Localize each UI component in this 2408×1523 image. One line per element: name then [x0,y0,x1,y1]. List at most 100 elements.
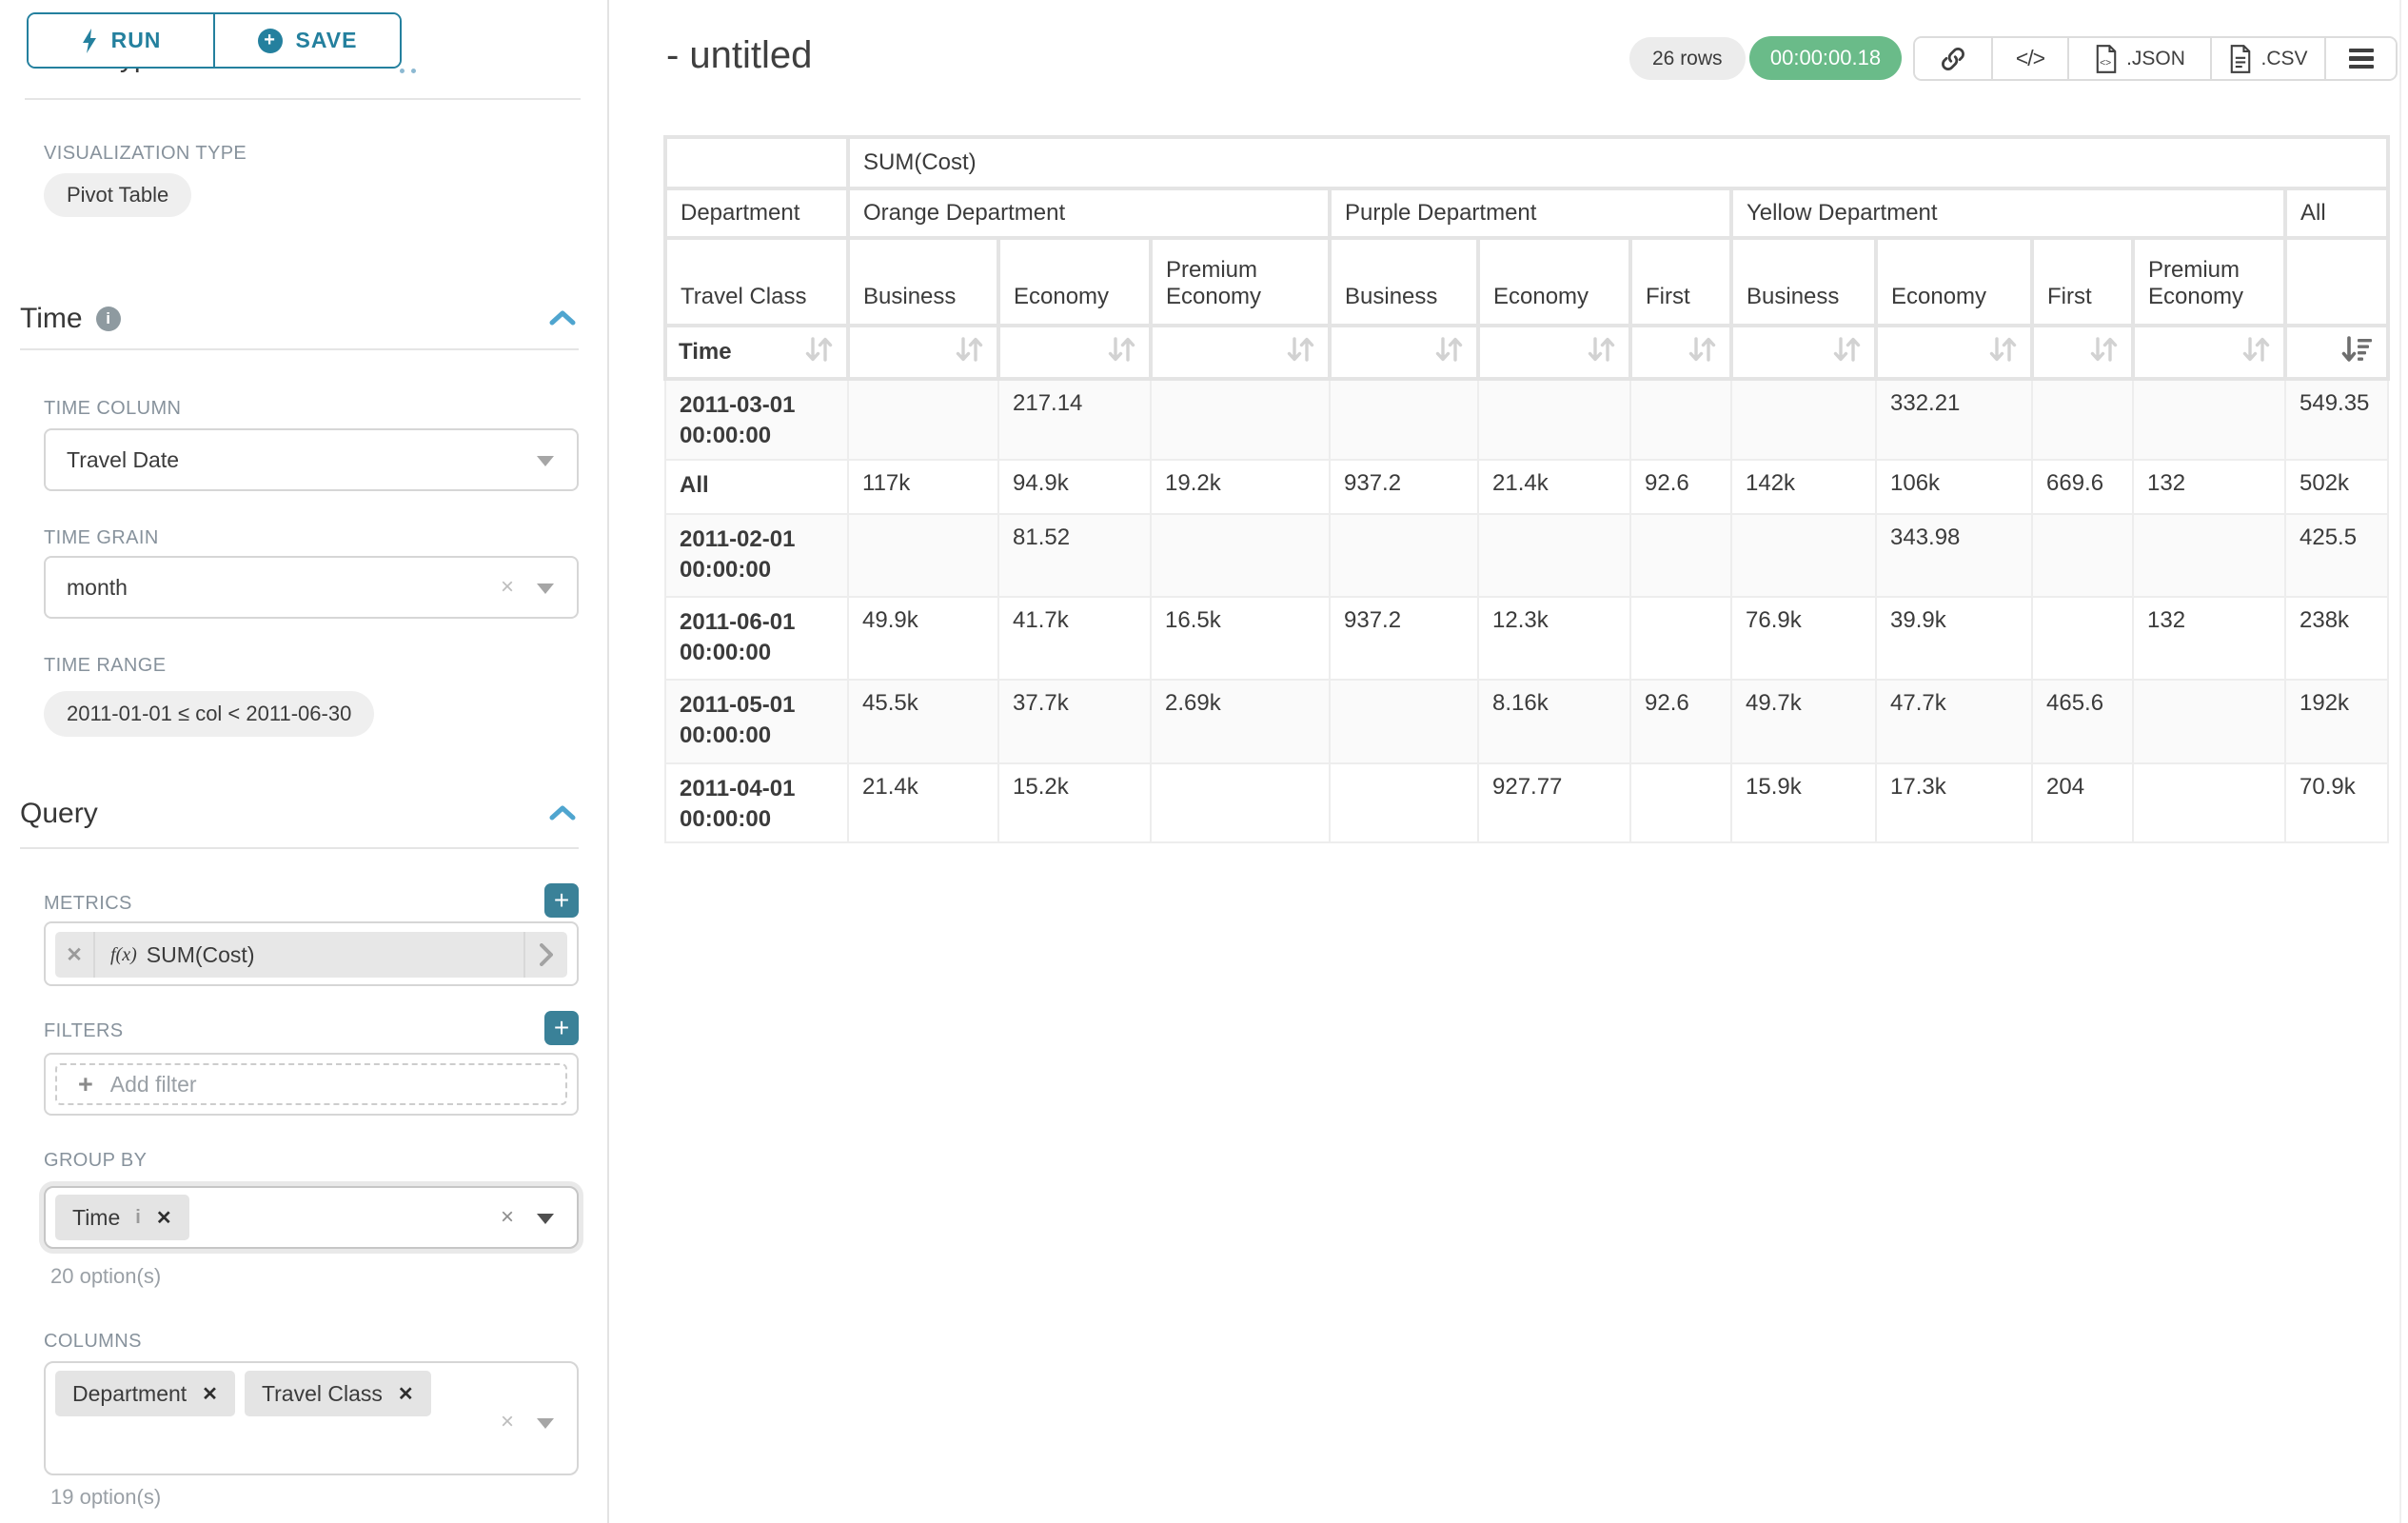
pivot-sort-cell[interactable] [1731,326,1876,379]
pivot-value-cell [1731,379,1876,460]
export-json-button[interactable]: <> .JSON [2067,38,2210,79]
time-section-title: Time i [20,303,121,335]
run-button[interactable]: RUN [29,14,213,67]
pivot-sort-cell[interactable] [998,326,1151,379]
pivot-group-header: Yellow Department [1731,188,2285,238]
remove-chip-icon[interactable]: ✕ [202,1382,218,1406]
expand-metric-icon[interactable] [523,932,567,978]
columns-select[interactable]: Department✕Travel Class✕ × [44,1361,579,1475]
group-by-select[interactable]: Timei ✕ × [44,1186,579,1249]
add-filter-button[interactable]: + Add filter [55,1063,567,1105]
pivot-sort-cell[interactable] [1330,326,1478,379]
pivot-row-label: 2011-03-01 00:00:00 [665,379,848,460]
sidebar-resize-handle[interactable] [607,0,609,1523]
time-column-select[interactable]: Travel Date [44,428,579,491]
sort-icon[interactable] [2240,335,2272,370]
add-filter-plus-button[interactable]: + [544,1011,579,1045]
clear-icon[interactable]: × [501,1204,514,1231]
sort-icon[interactable] [1986,335,2019,370]
pivot-row-label: 2011-02-01 00:00:00 [665,514,848,597]
control-panel-sidebar: Chart Type RUN + SAVE VISUALIZATION TYPE… [0,0,609,1523]
remove-chip-icon[interactable]: ✕ [398,1382,414,1406]
panel-grip-dot [411,69,416,73]
field-chip[interactable]: Travel Class✕ [245,1371,431,1416]
remove-metric-icon[interactable]: ✕ [55,932,95,978]
pivot-value-cell [2133,379,2285,460]
pivot-value-cell: 45.5k [848,680,998,763]
field-chip-label: Time [72,1205,120,1231]
pivot-sort-cell[interactable] [2133,326,2285,379]
divider [25,98,581,100]
csv-file-icon [2228,45,2253,73]
app-window: Chart Type RUN + SAVE VISUALIZATION TYPE… [0,0,2408,1523]
embed-code-button[interactable]: </> [1991,38,2067,79]
time-range-pill[interactable]: 2011-01-01 ≤ col < 2011-06-30 [44,691,374,737]
collapse-chevron-icon[interactable] [548,803,577,822]
field-chip[interactable]: Timei ✕ [55,1195,189,1240]
pivot-row-axis-label[interactable]: Time [665,326,848,379]
pivot-value-cell: 132 [2133,460,2285,514]
pivot-value-cell [2032,514,2133,597]
sort-icon[interactable] [1830,335,1863,370]
pivot-value-cell [2133,763,2285,842]
pivot-sort-cell[interactable] [2032,326,2133,379]
sort-desc-icon[interactable] [2340,335,2375,370]
pivot-value-cell: 17.3k [1876,763,2032,842]
add-metric-button[interactable]: + [544,883,579,918]
plus-icon: + [78,1070,93,1099]
pivot-value-cell: 41.7k [998,597,1151,680]
clear-icon[interactable]: × [501,574,514,601]
pivot-value-cell: 19.2k [1151,460,1330,514]
collapse-chevron-icon[interactable] [548,308,577,327]
sort-icon[interactable] [953,335,985,370]
pivot-value-cell: 238k [2285,597,2388,680]
pivot-sort-cell[interactable] [1630,326,1731,379]
pivot-value-cell: 92.6 [1630,680,1731,763]
pivot-value-cell: 669.6 [2032,460,2133,514]
time-grain-select[interactable]: month × [44,556,579,619]
time-grain-label: TIME GRAIN [44,527,159,549]
pivot-value-cell: 2.69k [1151,680,1330,763]
sort-icon[interactable] [1105,335,1137,370]
chevron-down-icon [537,1418,554,1429]
visualization-type-pill[interactable]: Pivot Table [44,173,191,217]
pivot-data-row: 2011-05-01 00:00:0045.5k37.7k2.69k8.16k9… [665,680,2388,763]
pivot-sort-cell[interactable] [1478,326,1630,379]
copy-link-button[interactable] [1915,38,1991,79]
export-json-label: .JSON [2126,48,2185,70]
sort-icon[interactable] [802,335,835,370]
save-button-label: SAVE [296,28,358,53]
query-timer-badge: 00:00:00.18 [1749,36,1902,80]
pivot-sort-cell[interactable] [848,326,998,379]
info-icon: i [135,1207,141,1229]
sort-icon[interactable] [1432,335,1465,370]
fx-icon: f(x) [110,944,137,966]
chart-title[interactable]: - untitled [666,34,812,77]
pivot-sort-cell[interactable] [1151,326,1330,379]
menu-button[interactable] [2324,38,2396,79]
pivot-subcol-header: Economy [1876,238,2032,326]
save-button[interactable]: + SAVE [213,14,400,67]
sort-icon[interactable] [1686,335,1718,370]
pivot-subcol-header: Economy [1478,238,1630,326]
chevron-down-icon [537,1214,554,1224]
clear-icon[interactable]: × [501,1409,514,1435]
sort-icon[interactable] [1585,335,1617,370]
pivot-value-cell [1151,763,1330,842]
export-csv-button[interactable]: .CSV [2210,38,2324,79]
pivot-sort-cell[interactable] [1876,326,2032,379]
sort-icon[interactable] [2087,335,2120,370]
pivot-value-cell [1478,379,1630,460]
pivot-col-axis2-label: Travel Class [665,238,848,326]
sort-icon[interactable] [1284,335,1316,370]
filters-label: FILTERS [44,1020,124,1042]
pivot-sort-active-cell[interactable] [2285,326,2388,379]
time-grain-value: month [67,575,128,601]
pivot-value-cell [1630,514,1731,597]
columns-label: COLUMNS [44,1331,142,1353]
metric-chip[interactable]: ✕ f(x) SUM(Cost) [55,932,567,978]
pivot-value-cell: 49.7k [1731,680,1876,763]
pivot-subcol-header: Premium Economy [1151,238,1330,326]
field-chip[interactable]: Department✕ [55,1371,235,1416]
remove-chip-icon[interactable]: ✕ [156,1206,172,1230]
